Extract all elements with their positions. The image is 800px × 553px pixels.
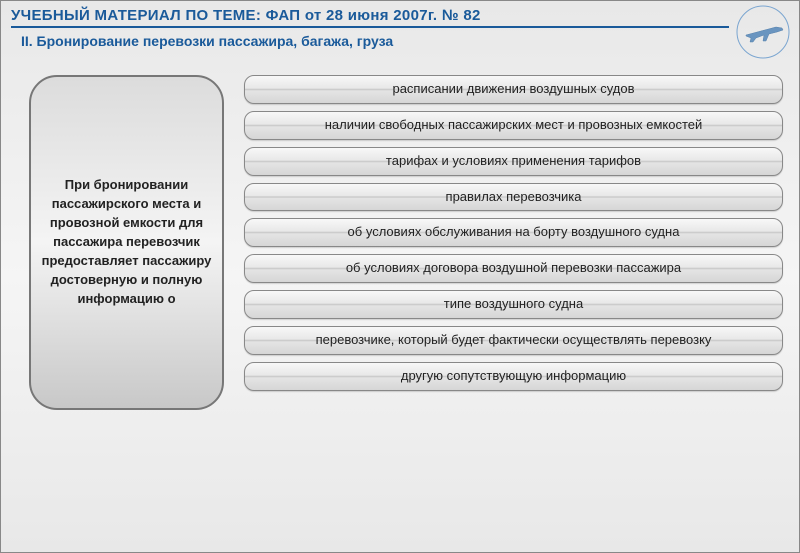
list-item: тарифах и условиях применения тарифов [244,147,783,176]
list-item: об условиях договора воздушной перевозки… [244,254,783,283]
list-item: другую сопутствующую информацию [244,362,783,391]
page-subtitle: II. Бронирование перевозки пассажира, ба… [11,28,491,55]
intro-text: При бронировании пассажирского места и п… [39,176,214,308]
list-item: типе воздушного судна [244,290,783,319]
list-item: наличии свободных пассажирских мест и пр… [244,111,783,140]
list-item: расписании движения воздушных судов [244,75,783,104]
info-list: расписании движения воздушных судов нали… [244,75,789,391]
list-item: правилах перевозчика [244,183,783,212]
list-item: перевозчике, который будет фактически ос… [244,326,783,355]
content-area: При бронировании пассажирского места и п… [1,55,799,420]
list-item: об условиях обслуживания на борту воздуш… [244,218,783,247]
airplane-icon [736,5,791,60]
header: УЧЕБНЫЙ МАТЕРИАЛ ПО ТЕМЕ: ФАП от 28 июня… [1,1,799,55]
intro-panel: При бронировании пассажирского места и п… [29,75,224,410]
page-title: УЧЕБНЫЙ МАТЕРИАЛ ПО ТЕМЕ: ФАП от 28 июня… [11,7,789,24]
